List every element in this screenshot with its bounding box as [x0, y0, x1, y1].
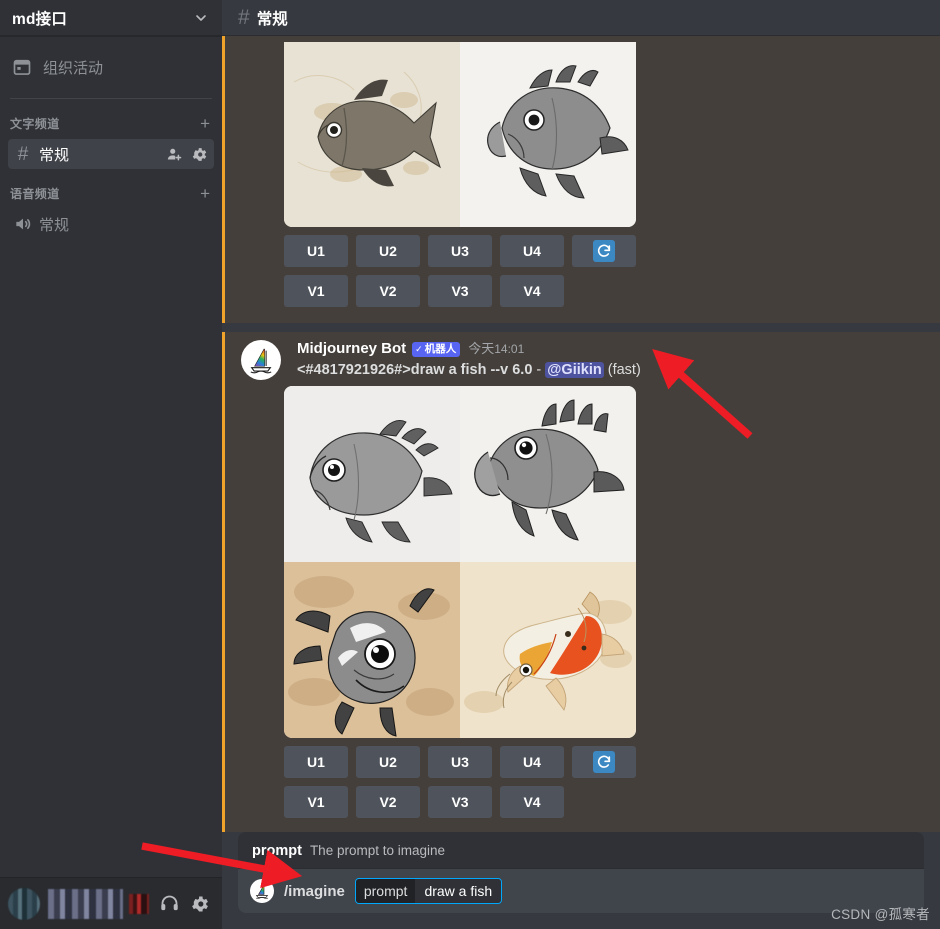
calendar-icon	[12, 57, 32, 77]
message-header: Midjourney Bot ✓ 机器人 今天14:01 <#4817921926…	[225, 332, 940, 380]
category-text-channels[interactable]: 文字频道 +	[0, 109, 222, 137]
voice-channel-name: 常规	[39, 216, 70, 234]
category-voice-channels[interactable]: 语音频道 +	[0, 179, 222, 207]
sidebar-item-voice-general[interactable]: 常规	[8, 209, 214, 239]
server-header[interactable]: md接口	[0, 0, 222, 36]
add-member-icon[interactable]	[166, 146, 183, 163]
hash-icon: #	[17, 143, 29, 165]
server-name: md接口	[12, 10, 68, 28]
upscale-button-row: U1 U2 U3 U4	[284, 235, 940, 267]
main-content: # 常规 U1 U2 U3 U4 V1 V2 V3 V4 Midjourney …	[222, 0, 940, 929]
grid-image-3[interactable]	[284, 562, 460, 739]
u4-button[interactable]: U4	[500, 235, 564, 267]
action-buttons: U1 U2 U3 U4 V1 V2 V3 V4	[225, 738, 940, 819]
grid-image-1[interactable]	[284, 386, 460, 563]
speaker-icon	[13, 214, 33, 234]
add-voice-channel-icon[interactable]: +	[200, 185, 210, 202]
message-list[interactable]: U1 U2 U3 U4 V1 V2 V3 V4 Midjourney Bot ✓…	[222, 36, 940, 832]
grid-image-1[interactable]	[284, 42, 460, 227]
v4-button[interactable]: V4	[500, 275, 564, 307]
v1-button[interactable]: V1	[284, 786, 348, 819]
timestamp-time: 14:01	[494, 342, 525, 357]
bot-badge-label: 机器人	[424, 342, 457, 355]
message-midjourney: Midjourney Bot ✓ 机器人 今天14:01 <#4817921926…	[222, 332, 940, 832]
u1-button[interactable]: U1	[284, 235, 348, 267]
sidebar-divider	[10, 98, 212, 99]
prompt-separator: -	[536, 361, 542, 378]
mic-muted-icon[interactable]	[129, 893, 149, 914]
hash-icon: #	[238, 6, 250, 29]
upscale-button-row: U1 U2 U3 U4	[284, 746, 940, 779]
user-panel	[0, 877, 222, 929]
avatar[interactable]	[241, 340, 281, 380]
command-param-popout: prompt The prompt to imagine	[238, 832, 924, 869]
u2-button[interactable]: U2	[356, 235, 420, 267]
u3-button[interactable]: U3	[428, 235, 492, 267]
grid-image-4[interactable]	[460, 562, 636, 739]
grid-image-2[interactable]	[460, 386, 636, 563]
verified-check-icon: ✓	[415, 343, 423, 354]
chip-value-text[interactable]: draw a fish	[415, 879, 502, 903]
user-settings-gear-icon[interactable]	[190, 894, 210, 914]
category-label: 文字频道	[10, 116, 60, 131]
headphones-icon[interactable]	[159, 893, 180, 914]
category-label: 语音频道	[10, 186, 60, 201]
channel-name: 常规	[39, 146, 70, 164]
slash-command-name: /imagine	[284, 882, 345, 900]
page-title: 常规	[256, 10, 288, 28]
message-author[interactable]: Midjourney Bot	[297, 340, 406, 359]
grid-image-2[interactable]	[460, 42, 636, 227]
message-timestamp: 今天14:01	[468, 341, 524, 357]
discord-window: md接口 组织活动 文字频道 + # 常规 语音频道 + 常规 # 常规 U1 …	[0, 0, 940, 929]
v2-button[interactable]: V2	[356, 275, 420, 307]
u2-button[interactable]: U2	[356, 746, 420, 779]
message-input[interactable]: /imagine prompt draw a fish	[238, 869, 924, 913]
message-partial: U1 U2 U3 U4 V1 V2 V3 V4	[222, 36, 940, 323]
image-grid-wrap	[225, 36, 940, 227]
v3-button[interactable]: V3	[428, 275, 492, 307]
midjourney-avatar-icon	[250, 879, 274, 903]
status-badge: ✓ 机器人	[412, 341, 461, 357]
chevron-down-icon[interactable]	[193, 10, 209, 26]
sidebar-item-channel-general[interactable]: # 常规	[8, 139, 214, 169]
u4-button[interactable]: U4	[500, 746, 564, 779]
refresh-icon	[593, 751, 615, 774]
image-grid[interactable]	[284, 386, 636, 739]
sidebar: md接口 组织活动 文字频道 + # 常规 语音频道 + 常规	[0, 0, 222, 929]
param-description: The prompt to imagine	[309, 843, 446, 858]
username-blurred[interactable]	[48, 888, 123, 919]
add-text-channel-icon[interactable]: +	[200, 115, 210, 132]
avatar[interactable]	[8, 887, 40, 920]
refresh-icon	[593, 240, 615, 262]
variation-button-row: V1 V2 V3 V4	[284, 786, 940, 819]
timestamp-day: 今天	[468, 341, 495, 357]
message-prompt-text: <#4817921926#>draw a fish --v 6.0 - @Gii…	[297, 361, 930, 381]
user-mention[interactable]: @Giikin	[545, 361, 604, 378]
v3-button[interactable]: V3	[428, 786, 492, 819]
image-grid-wrap	[225, 380, 940, 739]
v4-button[interactable]: V4	[500, 786, 564, 819]
channel-header: # 常规	[222, 0, 940, 36]
command-argument-chip[interactable]: prompt draw a fish	[354, 878, 503, 904]
composer-area: prompt The prompt to imagine /imagine pr…	[222, 832, 940, 929]
events-label: 组织活动	[43, 59, 104, 77]
refresh-button[interactable]	[572, 746, 636, 779]
gear-icon[interactable]	[191, 146, 208, 163]
refresh-button[interactable]	[572, 235, 636, 267]
u1-button[interactable]: U1	[284, 746, 348, 779]
param-name: prompt	[252, 843, 302, 859]
prompt-string: <#4817921926#>draw a fish --v 6.0	[297, 361, 533, 378]
speed-label: (fast)	[607, 361, 641, 378]
image-grid[interactable]	[284, 42, 636, 227]
u3-button[interactable]: U3	[428, 746, 492, 779]
action-buttons: U1 U2 U3 U4 V1 V2 V3 V4	[225, 227, 940, 307]
variation-button-row: V1 V2 V3 V4	[284, 275, 940, 307]
chip-key-label: prompt	[355, 879, 416, 903]
sidebar-item-events[interactable]: 组织活动	[0, 44, 222, 90]
v1-button[interactable]: V1	[284, 275, 348, 307]
v2-button[interactable]: V2	[356, 786, 420, 819]
